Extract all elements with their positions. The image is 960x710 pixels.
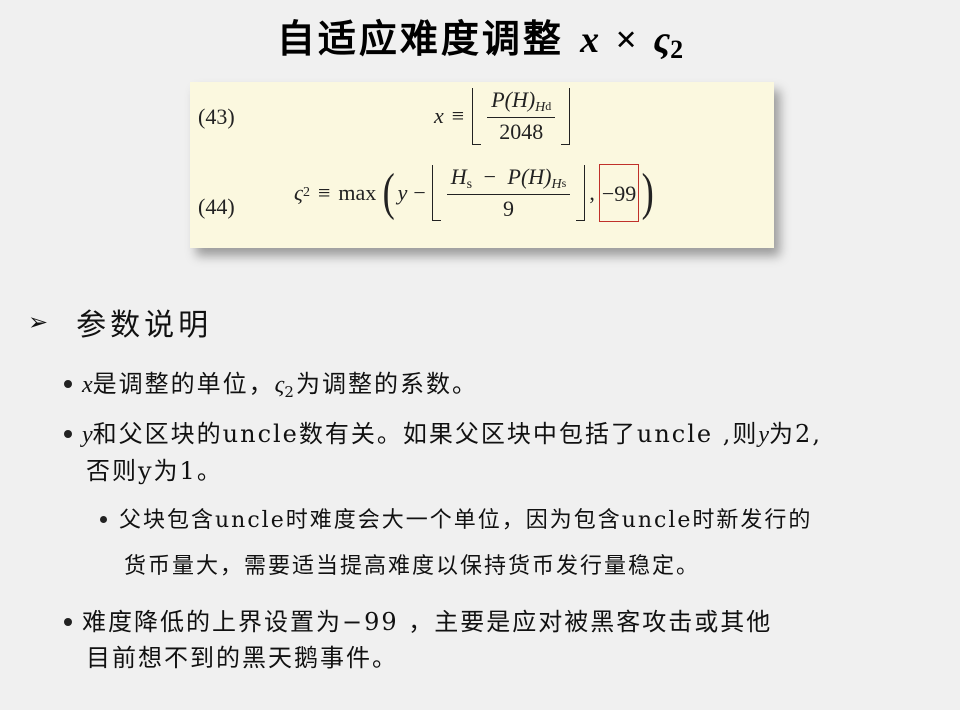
- bullet-2-y: y: [82, 422, 93, 448]
- bullet-3-line2: 目前想不到的黑天鹅事件。: [86, 644, 398, 672]
- eq44-num-minus: −: [483, 163, 497, 189]
- eq43-fraction: P(H)Hd 2048: [487, 87, 556, 145]
- eq44-num-h-sub: s: [466, 176, 473, 192]
- eq44-rel: ≡: [317, 180, 331, 205]
- eq43-lhs: x: [434, 103, 444, 129]
- eq44-lhs: ς: [294, 180, 303, 205]
- equation-box: (43) x ≡ P(H)Hd 2048 (44) ς2 ≡ max ( y −…: [190, 82, 774, 248]
- eq44-comma: ,: [589, 180, 595, 205]
- sub-bullet-dot-icon: [100, 515, 107, 523]
- eq44-fraction: Hs − P(H)Hs 9: [446, 163, 571, 222]
- eq43-rel: ≡: [451, 103, 465, 129]
- eq44-lhs-sub: 2: [302, 185, 310, 200]
- equation-44-number: (44): [198, 194, 235, 219]
- eq43-den: 2048: [499, 119, 544, 145]
- eq44-y: y: [397, 180, 408, 205]
- bullet-3: 难度降低的上界设置为−99 ，主要是应对被黑客攻击或其他 目前想不到的黑天鹅事件…: [64, 604, 772, 676]
- eq44-func: max: [338, 180, 377, 205]
- eq44-floor: Hs − P(H)Hs 9: [431, 163, 586, 222]
- bullet-1-text1: 是调整的单位，: [92, 370, 275, 398]
- title-math-sub: 2: [670, 35, 684, 64]
- bullet-2-text2: 为2,: [769, 420, 822, 448]
- title-math-sigma: ς: [653, 19, 671, 61]
- bullet-2: y和父区块的uncle数有关。如果父区块中包括了uncle ,则y为2, 否则y…: [64, 416, 822, 489]
- sub-bullet-1-line1: 父块包含uncle时难度会大一个单位，因为包含uncle时新发行的: [119, 508, 813, 533]
- bullet-1-sigma-sub: 2: [284, 383, 296, 401]
- bullet-1: x是调整的单位，ς2为调整的系数。: [64, 366, 478, 410]
- eq44-bound-highlight: −99: [598, 164, 640, 222]
- bullet-dot-icon: [64, 429, 72, 438]
- eq44-num-p: P(H): [507, 163, 552, 189]
- equation-44: ς2 ≡ max ( y − Hs − P(H)Hs 9 , −99 ): [294, 163, 654, 222]
- eq43-num-sub: H: [535, 100, 546, 115]
- eq44-num-p-sub: H: [551, 176, 562, 192]
- bullet-3-line1: 难度降低的上界设置为−99 ，主要是应对被黑客攻击或其他: [82, 608, 773, 636]
- section-heading-text: 参数说明: [76, 308, 213, 343]
- eq43-num: P(H): [491, 87, 536, 112]
- bullet-2-line2: 否则y为1。: [86, 457, 223, 485]
- equation-43: x ≡ P(H)Hd 2048: [434, 87, 571, 145]
- eq44-den: 9: [503, 196, 515, 222]
- eq44-minus: −: [413, 180, 426, 205]
- title-text: 自适应难度调整: [276, 16, 564, 61]
- bullet-1-sigma: ς: [274, 372, 285, 398]
- eq44-num-h: H: [450, 163, 467, 189]
- bullet-2-y2: y: [758, 422, 770, 448]
- sub-bullet-1-line2: 货币量大，需要适当提高难度以保持货币发行量稳定。: [124, 554, 701, 579]
- title-times: ×: [615, 19, 637, 61]
- sub-bullet-1: 父块包含uncle时难度会大一个单位，因为包含uncle时新发行的 货币量大，需…: [100, 498, 812, 590]
- bullet-1-text2: 为调整的系数。: [295, 370, 478, 398]
- section-heading: ➢ 参数说明: [28, 300, 212, 344]
- bullet-dot-icon: [64, 617, 72, 626]
- eq44-num-p-subsub: s: [561, 175, 567, 190]
- eq43-floor: P(H)Hd 2048: [472, 87, 571, 145]
- arrow-bullet-icon: ➢: [28, 308, 53, 336]
- bullet-dot-icon: [64, 379, 72, 388]
- eq43-num-subsub: d: [545, 99, 552, 113]
- title-math-x: x: [580, 19, 600, 61]
- bullet-2-text1: 和父区块的uncle数有关。如果父区块中包括了uncle ,则: [92, 420, 759, 448]
- eq44-bound: −99: [601, 181, 637, 206]
- equation-43-number: (43): [198, 104, 235, 129]
- bullet-1-x: x: [82, 372, 93, 398]
- slide-title: 自适应难度调整 x × ς2: [0, 8, 960, 65]
